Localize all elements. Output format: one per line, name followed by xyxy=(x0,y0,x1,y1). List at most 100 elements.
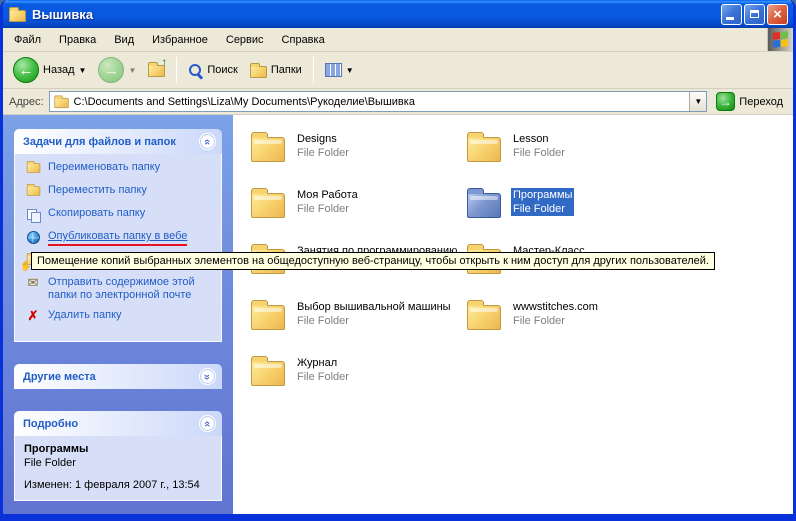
main-area: Задачи для файлов и папок Переименовать … xyxy=(3,115,793,514)
file-tile-designs[interactable]: DesignsFile Folder xyxy=(251,129,451,185)
chevron-up-icon[interactable] xyxy=(199,415,216,432)
email-icon xyxy=(24,276,42,292)
go-label: Переход xyxy=(739,96,783,108)
folder-icon xyxy=(251,361,285,386)
folder-icon xyxy=(467,137,501,162)
details-file-name: Программы xyxy=(24,443,214,455)
windows-logo-icon xyxy=(773,31,788,48)
file-tile-wwwstitches[interactable]: wwwstitches.comFile Folder xyxy=(467,297,667,353)
file-tile-moya-rabota[interactable]: Моя РаботаFile Folder xyxy=(251,185,451,241)
windows-logo-box xyxy=(767,28,793,51)
back-arrow-icon xyxy=(13,57,39,83)
folders-label: Папки xyxy=(271,64,302,76)
details-file-type: File Folder xyxy=(24,457,214,469)
tasks-panel-body: Переименовать папку Переместить папку Ск… xyxy=(14,154,222,342)
menu-view[interactable]: Вид xyxy=(105,30,143,50)
back-button[interactable]: Назад ▼ xyxy=(9,55,90,85)
menu-help[interactable]: Справка xyxy=(273,30,334,50)
file-name: Программы xyxy=(511,188,574,202)
forward-button[interactable]: ▼ xyxy=(94,55,140,85)
task-move-folder[interactable]: Переместить папку xyxy=(24,184,214,200)
folders-icon xyxy=(250,66,267,78)
task-label: Удалить папку xyxy=(48,309,122,322)
menu-edit[interactable]: Правка xyxy=(50,30,105,50)
details-modified-date: Изменен: 1 февраля 2007 г., 13:54 xyxy=(24,479,214,491)
file-name: Lesson xyxy=(511,132,567,146)
tasks-panel-header[interactable]: Задачи для файлов и папок xyxy=(14,129,222,154)
file-type: File Folder xyxy=(295,202,360,216)
file-tile-vybor-mashiny[interactable]: Выбор вышивальной машиныFile Folder xyxy=(251,297,451,353)
minimize-icon xyxy=(726,17,734,20)
publish-web-icon xyxy=(24,230,42,246)
move-icon xyxy=(24,184,42,200)
folder-icon xyxy=(251,193,285,218)
views-button[interactable]: ▼ xyxy=(321,61,358,79)
views-dropdown-icon[interactable]: ▼ xyxy=(346,66,354,75)
other-places-panel: Другие места xyxy=(14,364,222,389)
search-button[interactable]: Поиск xyxy=(184,61,241,80)
task-label: Скопировать папку xyxy=(48,207,145,220)
menu-tools[interactable]: Сервис xyxy=(217,30,273,50)
tasks-panel-title: Задачи для файлов и папок xyxy=(23,136,176,148)
file-type: File Folder xyxy=(511,202,574,216)
address-label: Адрес: xyxy=(9,96,44,108)
task-pane-sidebar: Задачи для файлов и папок Переименовать … xyxy=(3,115,233,514)
file-list-area: DesignsFile Folder LessonFile Folder Моя… xyxy=(233,115,793,514)
file-name: Designs xyxy=(295,132,351,146)
task-label: Опубликовать папку в вебе xyxy=(48,230,187,246)
back-dropdown-icon[interactable]: ▼ xyxy=(79,66,87,75)
window-title: Вышивка xyxy=(32,7,721,22)
file-type: File Folder xyxy=(295,370,351,384)
delete-icon xyxy=(24,309,42,325)
file-name: Журнал xyxy=(295,356,351,370)
go-button[interactable]: Переход xyxy=(712,91,787,112)
task-delete-folder[interactable]: Удалить папку xyxy=(24,309,214,325)
file-tile-programmy[interactable]: ПрограммыFile Folder xyxy=(467,185,667,241)
search-icon xyxy=(188,63,203,78)
file-type: File Folder xyxy=(511,146,567,160)
task-copy-folder[interactable]: Скопировать папку xyxy=(24,207,214,223)
menu-bar: Файл Правка Вид Избранное Сервис Справка xyxy=(3,28,793,52)
address-dropdown-button[interactable]: ▼ xyxy=(689,92,706,111)
rename-icon xyxy=(24,161,42,177)
menu-file[interactable]: Файл xyxy=(5,30,50,50)
folder-up-icon: ↑ xyxy=(148,61,165,80)
folders-button[interactable]: Папки xyxy=(246,60,306,80)
folder-icon xyxy=(467,193,501,218)
address-value[interactable]: C:\Documents and Settings\Liza\My Docume… xyxy=(74,96,686,108)
maximize-icon xyxy=(750,10,759,18)
task-email-folder[interactable]: Отправить содержимое этой папки по элект… xyxy=(24,276,214,302)
task-label: Переместить папку xyxy=(48,184,147,197)
details-panel-title: Подробно xyxy=(23,418,78,430)
forward-arrow-icon xyxy=(98,57,124,83)
close-button[interactable] xyxy=(767,4,788,25)
file-folder-tasks-panel: Задачи для файлов и папок Переименовать … xyxy=(14,129,222,342)
file-type: File Folder xyxy=(295,146,351,160)
up-button[interactable]: ↑ xyxy=(144,59,169,82)
address-combobox[interactable]: C:\Documents and Settings\Liza\My Docume… xyxy=(49,91,708,112)
forward-dropdown-icon: ▼ xyxy=(128,66,136,75)
menu-favorites[interactable]: Избранное xyxy=(143,30,217,50)
other-places-title: Другие места xyxy=(23,371,96,383)
task-publish-folder-web[interactable]: Опубликовать папку в вебе xyxy=(24,230,214,246)
file-type: File Folder xyxy=(295,314,453,328)
details-panel-header[interactable]: Подробно xyxy=(14,411,222,436)
toolbar: Назад ▼ ▼ ↑ Поиск Папки ▼ xyxy=(3,52,793,89)
task-rename-folder[interactable]: Переименовать папку xyxy=(24,161,214,177)
views-icon xyxy=(325,63,342,77)
chevron-up-icon[interactable] xyxy=(199,133,216,150)
address-bar: Адрес: C:\Documents and Settings\Liza\My… xyxy=(3,89,793,115)
minimize-button[interactable] xyxy=(721,4,742,25)
file-name: Моя Работа xyxy=(295,188,360,202)
title-bar: Вышивка xyxy=(3,0,793,28)
file-tile-zhurnal[interactable]: ЖурналFile Folder xyxy=(251,353,451,409)
back-label: Назад xyxy=(43,64,75,76)
other-places-header[interactable]: Другие места xyxy=(14,364,222,389)
folder-icon xyxy=(467,305,501,330)
chevron-down-icon[interactable] xyxy=(199,368,216,385)
window-folder-icon xyxy=(9,10,26,22)
maximize-button[interactable] xyxy=(744,4,765,25)
file-tile-lesson[interactable]: LessonFile Folder xyxy=(467,129,667,185)
window-controls xyxy=(721,4,788,25)
file-type: File Folder xyxy=(511,314,600,328)
